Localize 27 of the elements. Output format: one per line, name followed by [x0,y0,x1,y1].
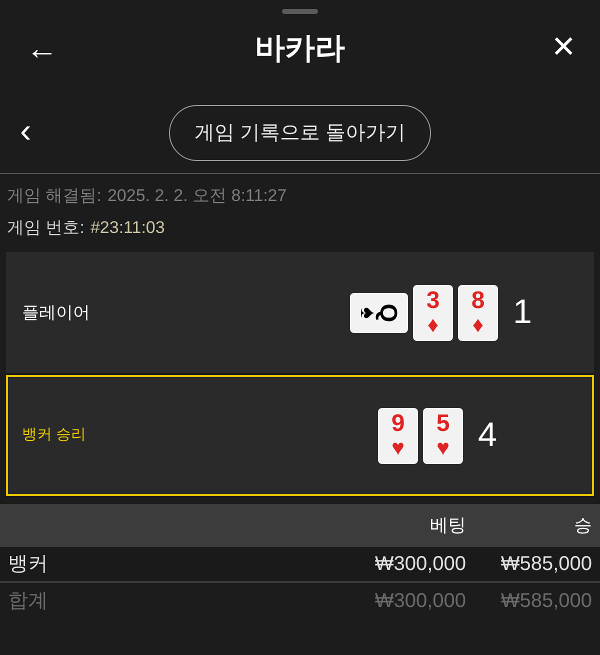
hand-score: 1 [513,292,532,333]
table-cell-text: ₩585,000 [500,589,592,614]
table-cell-text: 뱅커 [8,552,49,577]
table-cell-text: 합계 [8,589,49,614]
column-header: 베팅 [429,514,466,537]
playing-card: ♠ Q [350,292,408,332]
playing-card: 8 ♦ [458,284,498,340]
hand-label: 뱅커 승리 [21,425,88,446]
hand-score: 4 [478,415,497,456]
info-value: 2025. 2. 2. 오전 8:11:27 [107,185,287,207]
table-cell-text: ₩300,000 [374,589,466,614]
drag-handle[interactable] [282,9,318,14]
history-button[interactable]: 게임 기록으로 돌아가기 [169,104,431,160]
hand-label: 플레이어 [21,302,91,324]
info-label: 게임 번호: [7,217,84,239]
playing-card: 9 ♥ [378,408,418,464]
window-title: 바카라 [255,30,345,66]
table-cell-text: ₩585,000 [500,552,592,577]
close-button[interactable]: ✕ [540,33,576,63]
column-header: 승 [573,514,592,537]
back-button[interactable]: ← [24,32,60,64]
table-cell-text: ₩300,000 [374,552,466,577]
back-chevron[interactable]: ‹ [20,114,32,148]
info-value: #23:11:03 [90,217,165,239]
playing-card: 3 ♦ [413,284,453,340]
playing-card: 5 ♥ [423,408,463,464]
info-label: 게임 해결됨: [7,185,102,207]
